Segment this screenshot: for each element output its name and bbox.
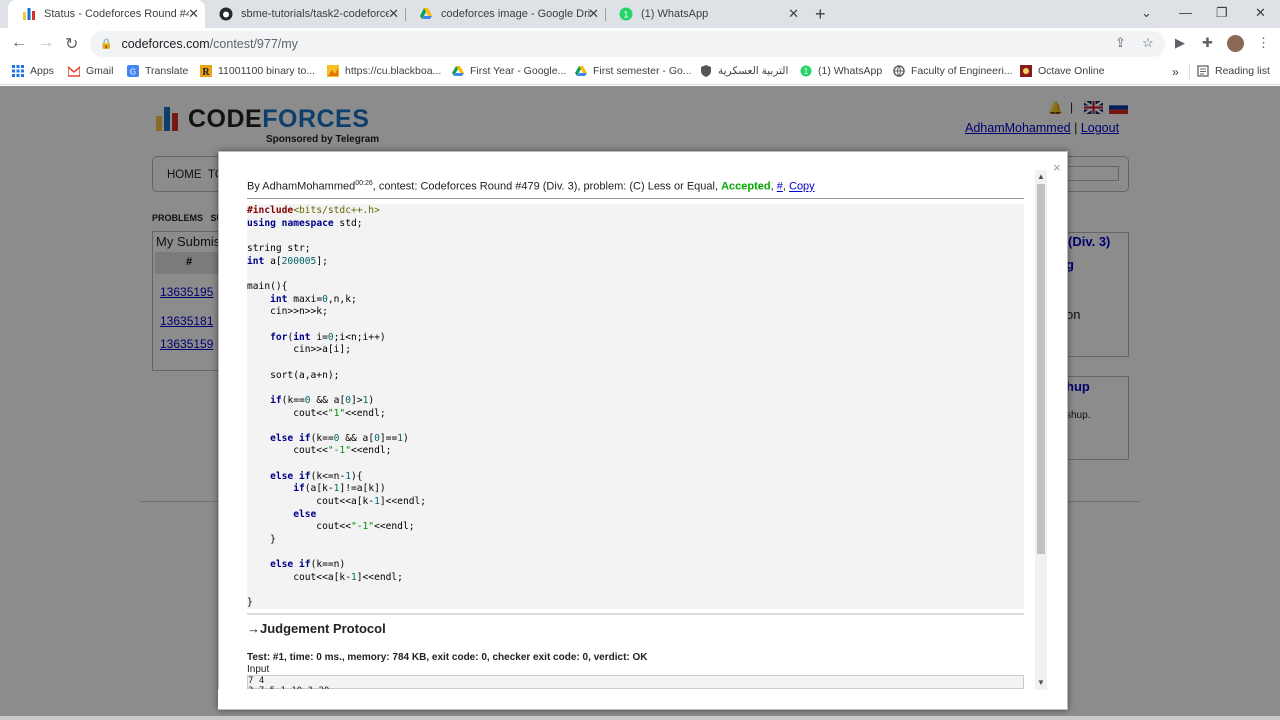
reading-list-label: Reading list: [1215, 65, 1270, 77]
submission-info: By AdhamMohammed00:26, contest: Codeforc…: [247, 180, 815, 193]
gmail-icon: [67, 65, 81, 77]
bookmark-whatsapp[interactable]: 1 (1) WhatsApp: [800, 65, 882, 77]
bookmark-faculty[interactable]: Faculty of Engineeri...: [893, 65, 1013, 77]
tab-github[interactable]: sbme-tutorials/task2-codeforces ✕: [205, 0, 405, 28]
copy-link[interactable]: Copy: [789, 181, 815, 193]
r-icon: R: [200, 65, 212, 78]
reading-list[interactable]: Reading list: [1197, 65, 1270, 77]
input-box: [247, 675, 1024, 689]
taskbar-edge: [0, 716, 1280, 720]
tab-google-drive[interactable]: codeforces image - Google Drive ✕: [405, 0, 605, 28]
bookmark-label: التربية العسكرية: [718, 65, 789, 77]
star-icon[interactable]: ☆: [1142, 35, 1154, 51]
bookmark-label: https://cu.blackboa...: [345, 65, 442, 77]
close-icon[interactable]: ✕: [588, 7, 599, 20]
contest-label: , contest:: [372, 180, 421, 193]
apps-grid-icon: [12, 65, 24, 77]
reload-icon[interactable]: ↻: [65, 34, 78, 54]
svg-text:G: G: [130, 68, 136, 77]
close-icon[interactable]: ✕: [188, 7, 199, 20]
bookmark-label: 11001100 binary to...: [218, 65, 316, 77]
info-divider: [247, 198, 1024, 199]
problem-name: (C) Less or Equal: [629, 180, 715, 193]
github-icon: [219, 7, 233, 21]
bookmark-first-semester[interactable]: First semester - Go...: [575, 65, 692, 77]
google-drive-icon: [452, 65, 464, 77]
scroll-up-icon[interactable]: ▲: [1037, 172, 1045, 181]
more-bookmarks-icon[interactable]: »: [1172, 65, 1179, 79]
bookmark-translate[interactable]: G Translate: [127, 65, 188, 77]
tab-title: codeforces image - Google Drive: [441, 8, 591, 20]
url-host: codeforces.com: [121, 37, 210, 51]
image-icon: [327, 65, 339, 77]
tab-title: sbme-tutorials/task2-codeforces: [241, 8, 389, 20]
share-icon[interactable]: ⇪: [1115, 35, 1126, 51]
bookmark-label: (1) WhatsApp: [818, 65, 883, 77]
bookmark-blackboard[interactable]: https://cu.blackboa...: [327, 65, 441, 77]
tab-codeforces[interactable]: Status - Codeforces Round #479 (Div. 3) …: [8, 0, 205, 28]
forward-icon[interactable]: →: [38, 34, 54, 52]
maximize-icon[interactable]: ❐: [1216, 5, 1228, 21]
bookmark-binary[interactable]: R 11001100 binary to...: [200, 65, 316, 78]
octave-icon: [1020, 65, 1032, 77]
test-result: Test: #1, time: 0 ms., memory: 784 KB, e…: [247, 652, 648, 663]
bookmark-label: First Year - Google...: [470, 65, 567, 77]
shield-icon: [700, 65, 712, 77]
bookmark-apps[interactable]: Apps: [12, 65, 54, 77]
whatsapp-icon: 1: [619, 7, 633, 21]
submission-time: 00:26: [355, 180, 373, 187]
bookmark-gmail[interactable]: Gmail: [67, 65, 114, 77]
contest-name: Codeforces Round #479 (Div. 3): [420, 180, 578, 193]
tab-whatsapp[interactable]: 1 (1) WhatsApp ✕: [605, 0, 805, 28]
modal-bottom-edge: [218, 689, 1033, 709]
svg-text:1: 1: [804, 67, 809, 76]
bookmark-octave[interactable]: Octave Online: [1020, 65, 1105, 77]
minimize-icon[interactable]: —: [1179, 5, 1192, 20]
verdict-accepted: Accepted: [721, 180, 771, 193]
bookmark-divider: [1189, 63, 1190, 79]
bookmark-label: Apps: [30, 65, 54, 77]
source-code: #include<bits/stdc++.h> using namespace …: [247, 205, 427, 609]
extensions-icon[interactable]: ✚: [1202, 35, 1213, 51]
tab-title: (1) WhatsApp: [641, 8, 709, 20]
bookmark-first-year[interactable]: First Year - Google...: [452, 65, 566, 77]
back-icon[interactable]: ←: [11, 34, 27, 52]
url-path: /contest/977/my: [209, 37, 298, 51]
tab-title: Status - Codeforces Round #479 (Div. 3): [44, 8, 189, 20]
profile-avatar[interactable]: [1227, 35, 1244, 52]
media-play-icon[interactable]: ▶: [1175, 35, 1185, 51]
translate-icon: G: [127, 65, 139, 77]
code-divider: [247, 613, 1024, 615]
google-drive-icon: [419, 7, 433, 21]
bookmark-label: Gmail: [86, 65, 114, 77]
svg-text:R: R: [202, 67, 210, 77]
svg-text:1: 1: [623, 10, 628, 20]
judgement-protocol-title[interactable]: →Judgement Protocol: [247, 621, 386, 636]
codeforces-icon: [22, 7, 36, 21]
bookmark-label: Faculty of Engineeri...: [911, 65, 1013, 77]
bookmark-label: Translate: [145, 65, 189, 77]
window-close-icon[interactable]: ✕: [1255, 5, 1266, 21]
bookmark-label: Octave Online: [1038, 65, 1105, 77]
reading-list-icon: [1197, 65, 1209, 77]
scrollbar-thumb[interactable]: [1037, 184, 1045, 554]
problem-label: , problem:: [577, 180, 630, 193]
google-drive-icon: [575, 65, 587, 77]
tab-search-icon[interactable]: ⌄: [1141, 5, 1152, 21]
input-label: Input: [247, 664, 270, 675]
bookmark-label: First semester - Go...: [593, 65, 692, 77]
by-label: By: [247, 180, 260, 193]
new-tab-icon[interactable]: +: [815, 4, 826, 25]
author-name: AdhamMohammed: [262, 180, 356, 193]
lock-icon: 🔒: [100, 38, 113, 50]
address-bar[interactable]: 🔒 codeforces.com/contest/977/my: [90, 31, 1165, 57]
scroll-down-icon[interactable]: ▼: [1037, 678, 1045, 687]
bookmark-military-education[interactable]: التربية العسكرية: [700, 65, 788, 77]
globe-icon: [893, 65, 905, 77]
close-icon[interactable]: ×: [1053, 160, 1061, 175]
close-icon[interactable]: ✕: [788, 7, 799, 20]
whatsapp-icon: 1: [800, 65, 812, 77]
close-icon[interactable]: ✕: [388, 7, 399, 20]
menu-icon[interactable]: ⋮: [1257, 35, 1270, 51]
